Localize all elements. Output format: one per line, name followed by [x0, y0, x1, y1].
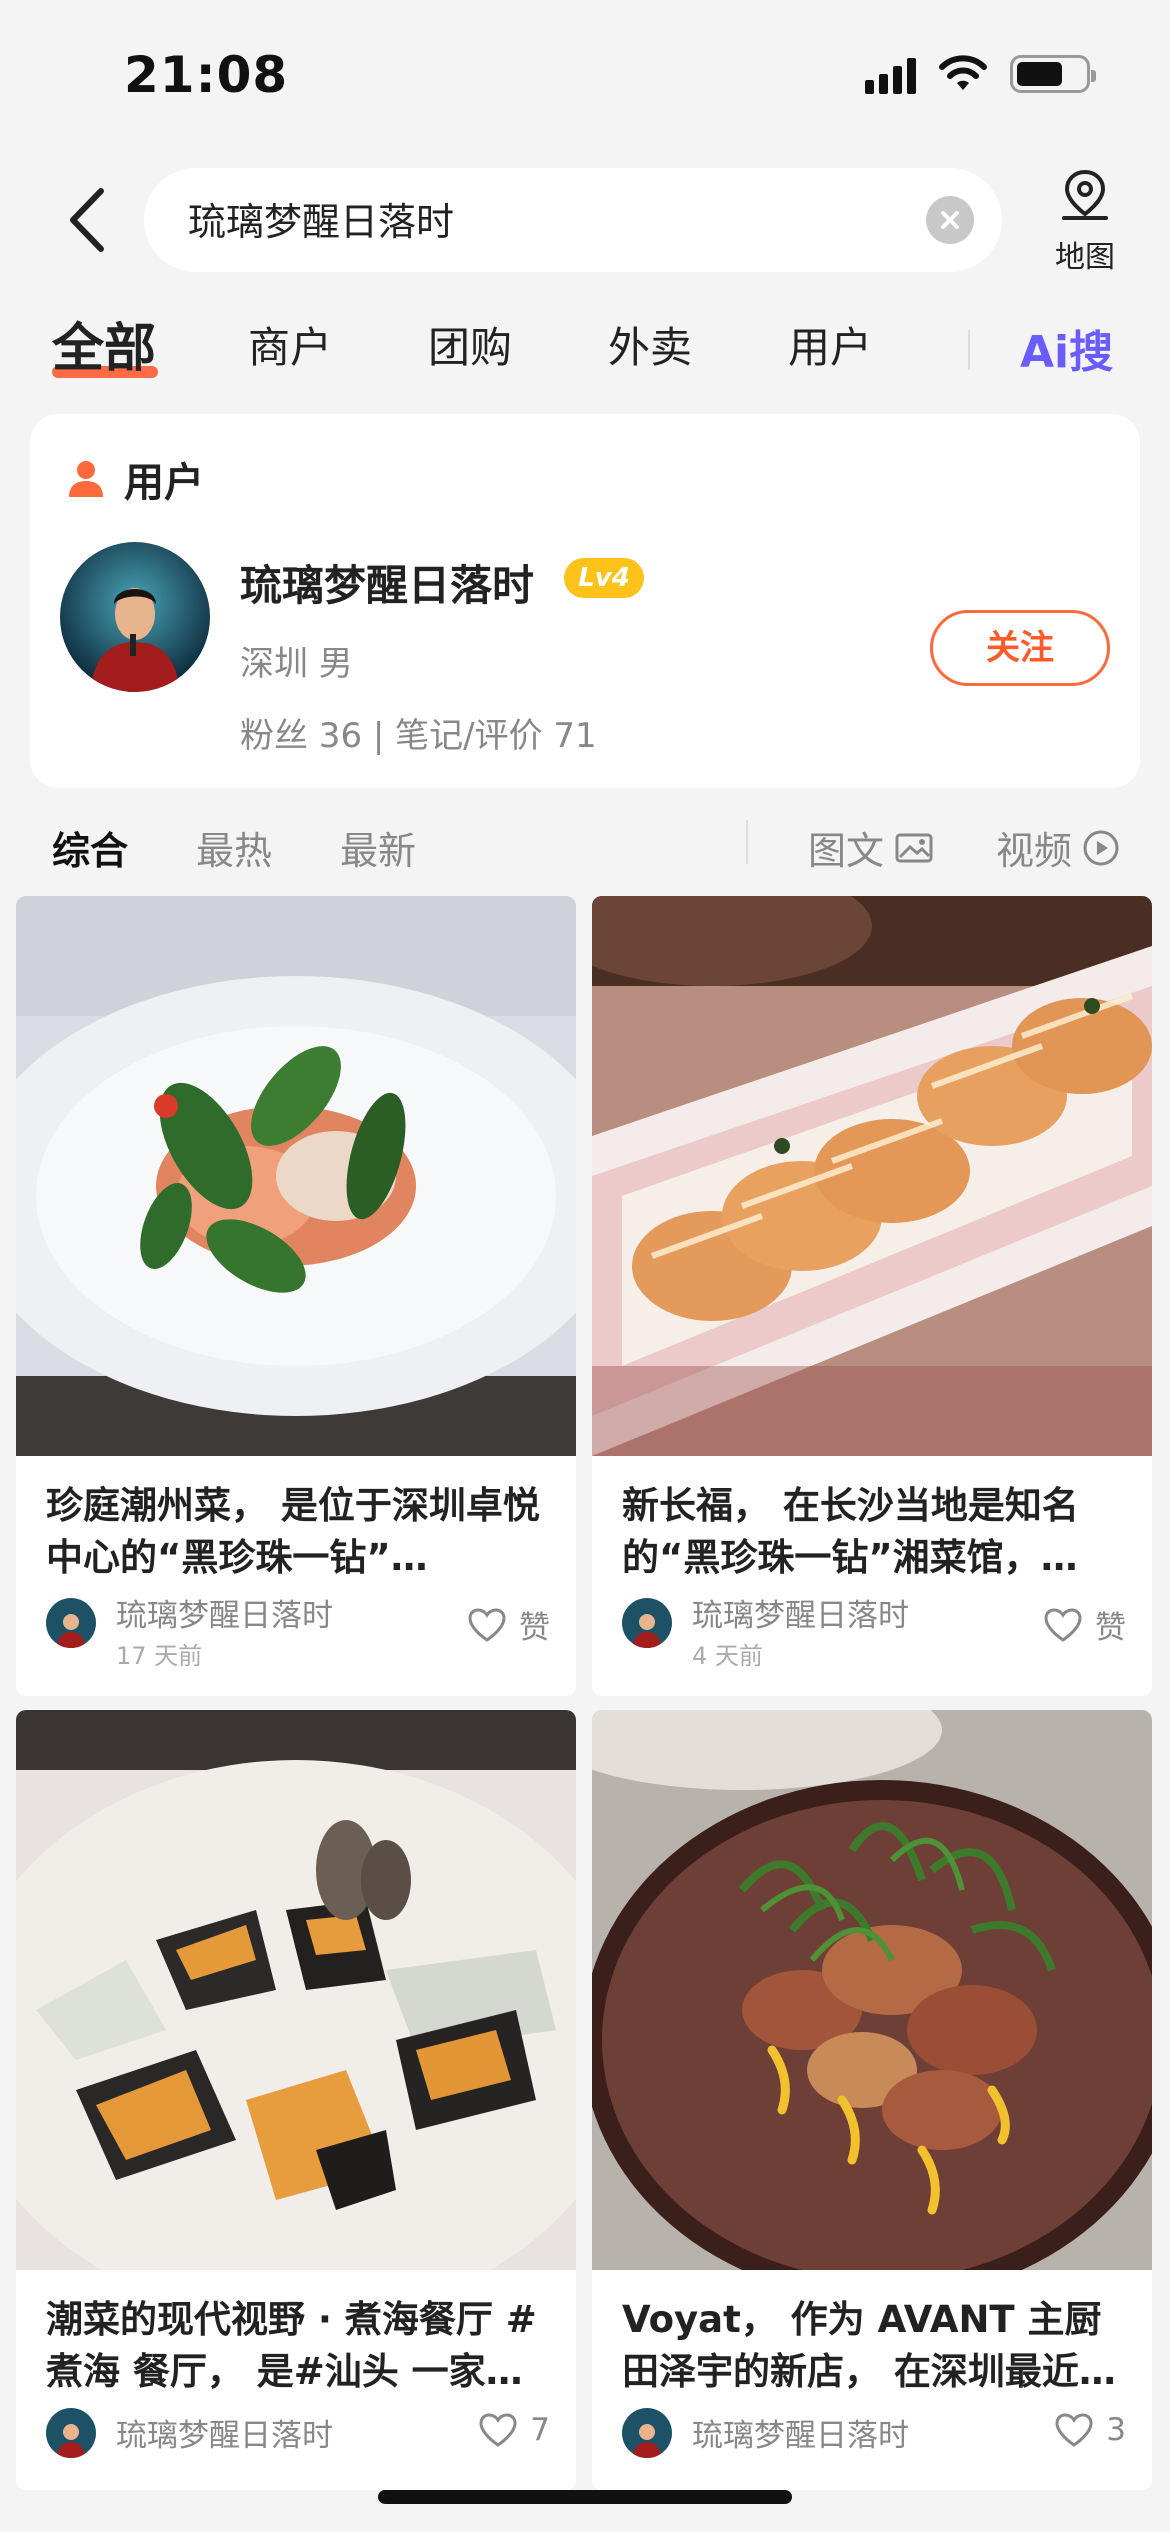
feed-card-author: 琉璃梦醒日落时 3 — [622, 2400, 1132, 2470]
filter-image-text[interactable]: 图文 — [808, 820, 934, 875]
tab-all[interactable]: 全部 — [52, 306, 156, 381]
like-button[interactable]: 赞 — [1043, 1602, 1126, 1647]
map-button[interactable]: 地图 — [1040, 168, 1130, 278]
post-time: 17 天前 — [116, 1642, 203, 1670]
like-count: 赞 — [519, 1610, 550, 1646]
user-avatar[interactable] — [60, 542, 210, 692]
sort-comprehensive[interactable]: 综合 — [52, 820, 128, 875]
tab-group-buy[interactable]: 团购 — [428, 314, 512, 375]
like-button[interactable]: 7 — [478, 2412, 550, 2448]
search-box[interactable] — [144, 168, 1002, 272]
like-count: 3 — [1106, 2412, 1126, 2448]
like-button[interactable]: 3 — [1054, 2412, 1126, 2448]
heart-icon — [1044, 1607, 1082, 1642]
search-header: 地图 — [0, 150, 1170, 290]
tab-merchants[interactable]: 商户 — [248, 314, 332, 375]
feed-card-author: 琉璃梦醒日落时 17 天前 赞 — [46, 1590, 556, 1670]
user-icon — [69, 461, 103, 497]
feed-card-image[interactable] — [16, 896, 576, 1456]
back-button[interactable] — [52, 180, 122, 260]
feed-card[interactable]: 新长福， 在长沙当地是知名的“黑珍珠一钻”湘菜馆，… 琉璃梦醒日落时 4 天前 … — [592, 896, 1152, 1696]
author-avatar[interactable] — [46, 1598, 96, 1648]
sort-hottest[interactable]: 最热 — [196, 820, 272, 875]
close-icon — [941, 211, 959, 229]
category-tabs: 全部 商户 团购 外卖 用户 Ai搜 — [0, 300, 1170, 392]
cellular-signal-icon — [865, 54, 916, 94]
ai-search-button[interactable]: Ai搜 — [1020, 316, 1113, 380]
feed-card[interactable]: Voyat， 作为 AVANT 主厨田泽宇的新店， 在深圳最近… 琉璃梦醒日落时… — [592, 1710, 1152, 2490]
author-avatar[interactable] — [46, 2408, 96, 2458]
wifi-icon — [939, 55, 987, 90]
feed-card[interactable]: 珍庭潮州菜， 是位于深圳卓悦中心的“黑珍珠一钻”… 琉璃梦醒日落时 17 天前 … — [16, 896, 576, 1696]
heart-icon — [1055, 2413, 1093, 2447]
clear-search-button[interactable] — [926, 196, 974, 244]
user-section-header: 用户 — [64, 450, 204, 508]
user-location-gender: 深圳 男 — [240, 644, 353, 684]
author-avatar[interactable] — [622, 2408, 672, 2458]
like-button[interactable]: 赞 — [467, 1602, 550, 1647]
heart-icon — [479, 2413, 517, 2447]
feed-card-author: 琉璃梦醒日落时 4 天前 赞 — [622, 1590, 1132, 1670]
tab-delivery[interactable]: 外卖 — [608, 314, 692, 375]
feed-card-author: 琉璃梦醒日落时 7 — [46, 2400, 556, 2470]
home-indicator[interactable] — [378, 2490, 792, 2504]
battery-fill — [1017, 62, 1062, 86]
image-icon — [895, 833, 933, 862]
like-count: 7 — [530, 2412, 550, 2448]
user-result-card[interactable]: 用户 琉璃梦醒日落时 Lv4 深圳 男 粉丝 36 | 笔记/评价 71 关注 — [30, 414, 1140, 788]
like-count: 赞 — [1095, 1610, 1126, 1646]
sort-bar: 综合 最热 最新 图文 视频 — [0, 800, 1170, 886]
user-stats: 粉丝 36 | 笔记/评价 71 — [240, 716, 597, 756]
user-name: 琉璃梦醒日落时 — [240, 561, 535, 610]
map-label: 地图 — [1055, 240, 1115, 275]
tab-divider — [968, 330, 970, 370]
feed-card-title: 潮菜的现代视野 · 煮海餐厅 #煮海 餐厅， 是#汕头 一家… — [46, 2298, 537, 2393]
search-input[interactable] — [188, 196, 888, 240]
level-badge: Lv4 — [564, 558, 644, 598]
feed-card-title: 新长福， 在长沙当地是知名的“黑珍珠一钻”湘菜馆，… — [622, 1484, 1079, 1579]
author-avatar[interactable] — [622, 1598, 672, 1648]
play-circle-icon — [1083, 830, 1119, 865]
sort-newest[interactable]: 最新 — [340, 820, 416, 875]
user-section-title: 用户 — [124, 460, 204, 506]
map-pin-icon — [1062, 169, 1108, 220]
feed-card[interactable]: 潮菜的现代视野 · 煮海餐厅 #煮海 餐厅， 是#汕头 一家… 琉璃梦醒日落时 … — [16, 1710, 576, 2490]
feed-card-image[interactable] — [592, 896, 1152, 1456]
author-name: 琉璃梦醒日落时 — [692, 2418, 909, 2454]
post-time: 4 天前 — [692, 1642, 763, 1670]
status-icons — [865, 54, 1096, 94]
tab-users[interactable]: 用户 — [788, 314, 872, 375]
feed-card-title: 珍庭潮州菜， 是位于深圳卓悦中心的“黑珍珠一钻”… — [46, 1484, 540, 1579]
chevron-left-icon — [70, 188, 104, 252]
feed-card-title: Voyat， 作为 AVANT 主厨田泽宇的新店， 在深圳最近… — [622, 2298, 1116, 2393]
feed-card-image[interactable] — [592, 1710, 1152, 2270]
filter-image-text-label: 图文 — [808, 829, 885, 873]
heart-icon — [468, 1607, 506, 1642]
filter-video[interactable]: 视频 — [996, 820, 1120, 875]
status-time: 21:08 — [124, 46, 289, 104]
battery-icon — [1010, 55, 1096, 93]
author-name: 琉璃梦醒日落时 — [116, 2418, 333, 2454]
author-name: 琉璃梦醒日落时 — [692, 1598, 909, 1634]
author-name: 琉璃梦醒日落时 — [116, 1598, 333, 1634]
filter-video-label: 视频 — [996, 829, 1073, 873]
feed-card-image[interactable] — [16, 1710, 576, 2270]
status-bar: 21:08 — [0, 0, 1170, 150]
sort-divider — [746, 820, 748, 864]
follow-button[interactable]: 关注 — [930, 610, 1110, 686]
